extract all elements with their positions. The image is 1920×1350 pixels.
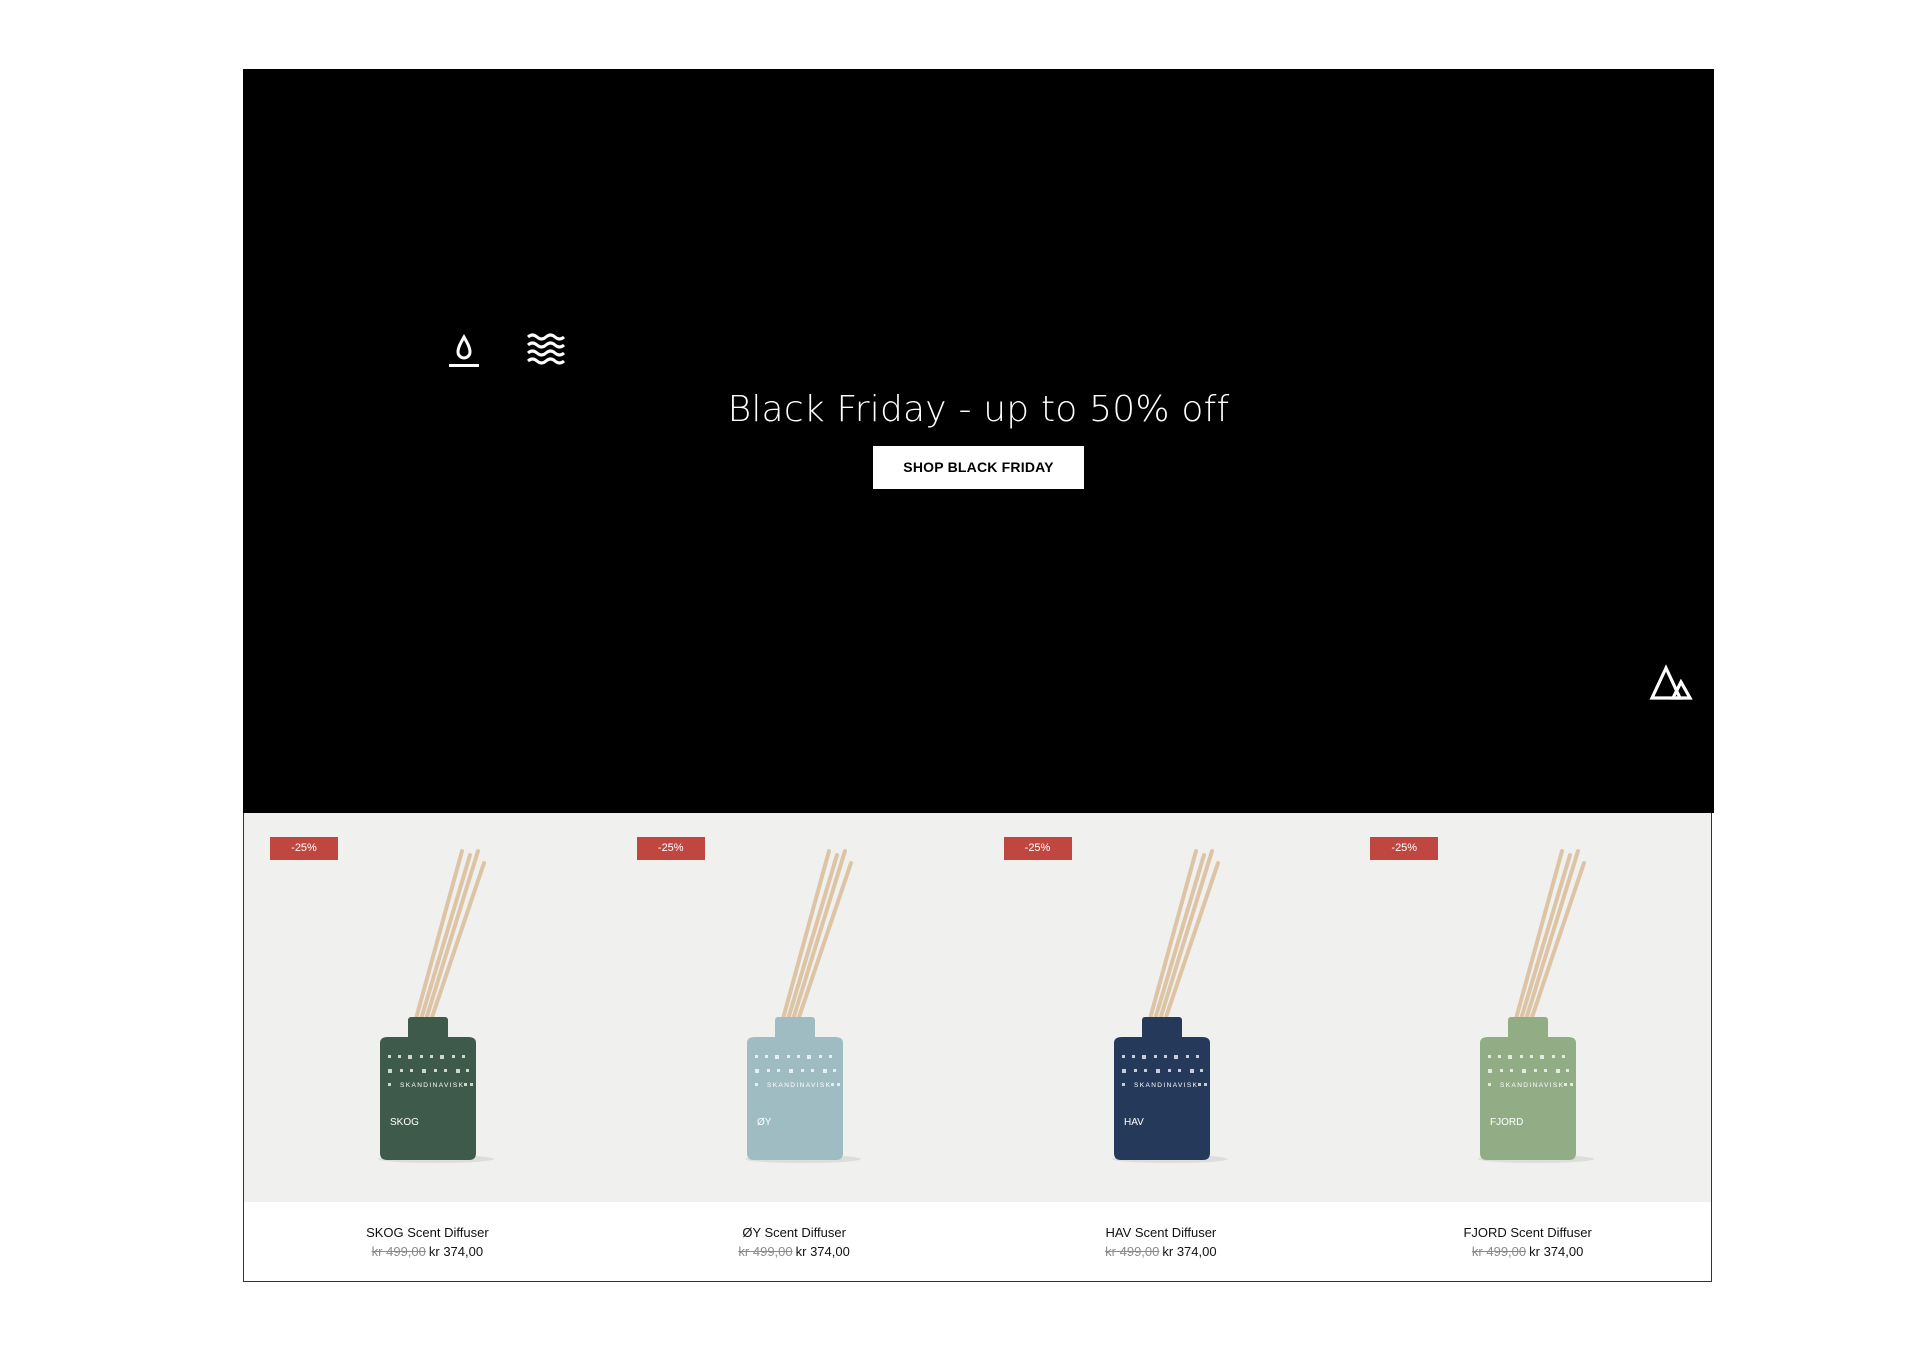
original-price: kr 499,00: [1105, 1244, 1160, 1259]
waves-icon: [527, 333, 565, 365]
diffuser-bottle-image: SKANDINAVISK FJORD: [1478, 849, 1595, 1163]
discount-badge: -25%: [1370, 837, 1439, 860]
drop-icon: [449, 333, 479, 367]
page-frame: Black Friday - up to 50% off SHOP BLACK …: [243, 69, 1714, 1282]
sale-price: kr 374,00: [795, 1244, 850, 1259]
diffuser-bottle-image: SKANDINAVISK ØY: [744, 849, 861, 1163]
shop-black-friday-button[interactable]: SHOP BLACK FRIDAY SALE: [873, 445, 1084, 518]
diffuser-bottle-image: SKANDINAVISK HAV: [1111, 849, 1228, 1163]
hero-title: Black Friday - up to 50% off: [727, 389, 1230, 430]
hero-banner[interactable]: Black Friday - up to 50% off SHOP BLACK …: [243, 69, 1714, 813]
product-info: FJORD Scent Diffuser kr 499,00 kr 374,00: [1344, 1202, 1711, 1281]
sale-price: kr 374,00: [1529, 1244, 1584, 1259]
bottle-brand: SKANDINAVISK: [1134, 1082, 1198, 1089]
product-info: SKOG Scent Diffuser kr 499,00 kr 374,00: [244, 1202, 611, 1281]
bottle-label: ØY: [757, 1117, 772, 1128]
hero-content: Black Friday - up to 50% off SHOP BLACK …: [243, 387, 1714, 520]
product-grid: -25% SKANDINAVISK SKOG SKOG Scent Diffus…: [243, 813, 1712, 1282]
discount-badge: -25%: [636, 837, 705, 860]
sale-price: kr 374,00: [428, 1244, 484, 1259]
bottle-label: FJORD: [1490, 1117, 1523, 1128]
original-price: kr 499,00: [371, 1244, 426, 1259]
sale-price: kr 374,00: [1162, 1244, 1217, 1259]
product-card[interactable]: -25%: [610, 813, 978, 1281]
discount-badge: -25%: [1003, 837, 1072, 860]
product-price: kr 499,00 kr 374,00: [244, 1243, 611, 1260]
product-image[interactable]: -25%: [610, 813, 978, 1202]
product-image[interactable]: -25%: [977, 813, 1345, 1202]
product-image[interactable]: -25%: [1344, 813, 1711, 1202]
product-image[interactable]: -25%: [244, 813, 611, 1202]
product-info: HAV Scent Diffuser kr 499,00 kr 374,00: [977, 1202, 1345, 1281]
diffuser-bottle-image: SKANDINAVISK SKOG: [378, 849, 494, 1163]
product-name[interactable]: SKOG Scent Diffuser: [244, 1224, 611, 1241]
product-name[interactable]: ØY Scent Diffuser: [611, 1224, 978, 1241]
original-price: kr 499,00: [1471, 1244, 1527, 1259]
product-price: kr 499,00 kr 374,00: [611, 1243, 978, 1260]
product-name[interactable]: FJORD Scent Diffuser: [1344, 1224, 1711, 1241]
product-card[interactable]: -25%: [244, 813, 611, 1281]
bottle-label: HAV: [1124, 1117, 1144, 1128]
product-name[interactable]: HAV Scent Diffuser: [978, 1224, 1345, 1241]
bottle-brand: SKANDINAVISK: [1500, 1082, 1564, 1089]
product-card[interactable]: -25%: [977, 813, 1345, 1281]
mountain-icon: [1649, 664, 1693, 700]
bottle-brand: SKANDINAVISK: [400, 1082, 464, 1089]
product-price: kr 499,00 kr 374,00: [1344, 1243, 1711, 1260]
product-card[interactable]: -25%: [1344, 813, 1711, 1281]
product-info: ØY Scent Diffuser kr 499,00 kr 374,00: [610, 1202, 978, 1281]
bottle-brand: SKANDINAVISK: [767, 1082, 831, 1089]
bottle-label: SKOG: [390, 1117, 419, 1128]
discount-badge: -25%: [270, 837, 338, 860]
original-price: kr 499,00: [738, 1244, 793, 1259]
product-price: kr 499,00 kr 374,00: [978, 1243, 1345, 1260]
